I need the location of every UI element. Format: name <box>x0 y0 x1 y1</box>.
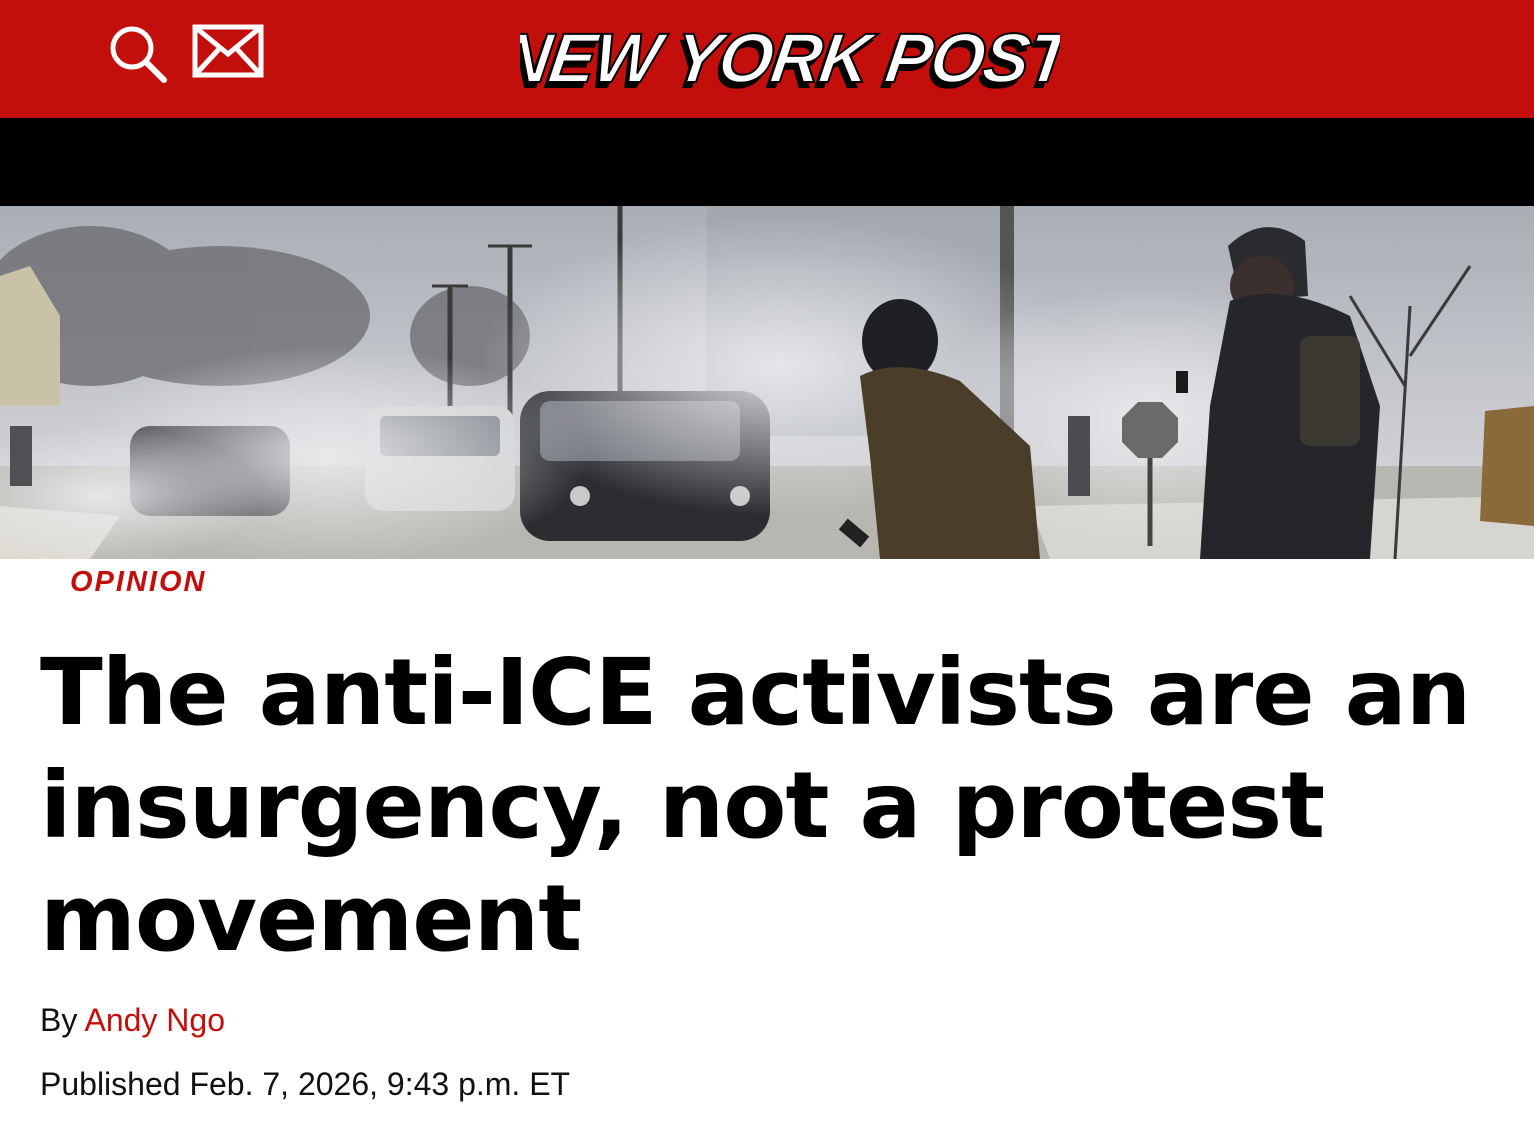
section-label[interactable]: OPINION <box>70 566 206 599</box>
search-icon <box>110 26 167 83</box>
logo-wordmark: NEW YORK POST NEW YORK POST <box>492 17 1083 103</box>
hero-image[interactable] <box>0 206 1534 559</box>
svg-text:NEW YORK POST: NEW YORK POST <box>520 18 1060 97</box>
hero-photo <box>0 206 1534 559</box>
byline: By Andy Ngo <box>40 1002 225 1039</box>
mail-icon <box>192 24 264 78</box>
masthead: NEW YORK POST NEW YORK POST <box>0 0 1534 118</box>
nav-bar <box>0 118 1534 206</box>
publish-date: Published Feb. 7, 2026, 9:43 p.m. ET <box>40 1066 571 1102</box>
author-link[interactable]: Andy Ngo <box>84 1002 225 1038</box>
site-logo[interactable]: NEW YORK POST NEW YORK POST <box>492 8 1083 103</box>
newsletter-button[interactable] <box>192 24 266 84</box>
search-button[interactable] <box>106 22 170 86</box>
article-headline: The anti-ICE activists are an insurgency… <box>40 639 1471 972</box>
byline-prefix: By <box>40 1002 78 1038</box>
